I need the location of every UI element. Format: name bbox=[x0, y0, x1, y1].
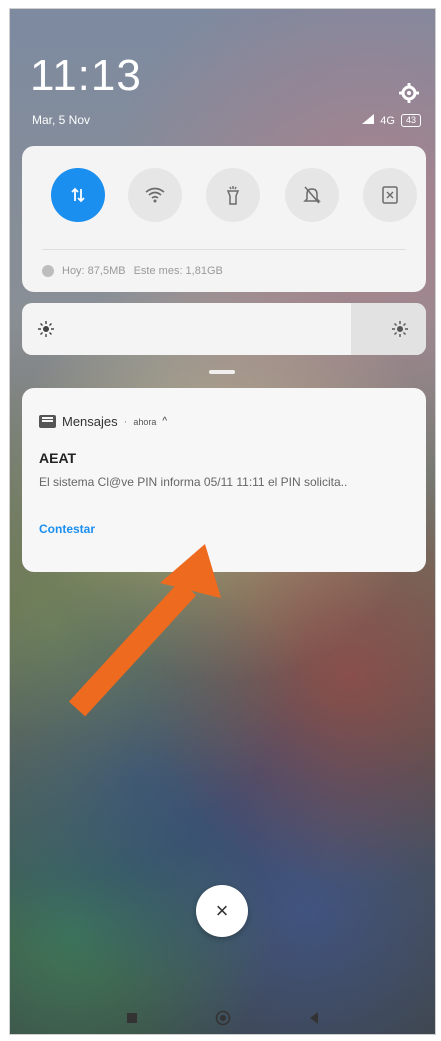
home-icon bbox=[215, 1010, 231, 1026]
square-icon bbox=[127, 1013, 137, 1023]
phone-screen: 11:13 Mar, 5 Nov 4G 43 Hoy: 87,5MB Este … bbox=[9, 8, 436, 1035]
close-button[interactable]: × bbox=[196, 885, 248, 937]
recents-button[interactable] bbox=[124, 1010, 140, 1026]
back-button[interactable] bbox=[306, 1010, 322, 1026]
home-button[interactable] bbox=[215, 1010, 231, 1026]
navigation-bar bbox=[10, 1003, 435, 1033]
back-icon bbox=[310, 1012, 318, 1024]
arrow-annotation bbox=[68, 544, 221, 717]
